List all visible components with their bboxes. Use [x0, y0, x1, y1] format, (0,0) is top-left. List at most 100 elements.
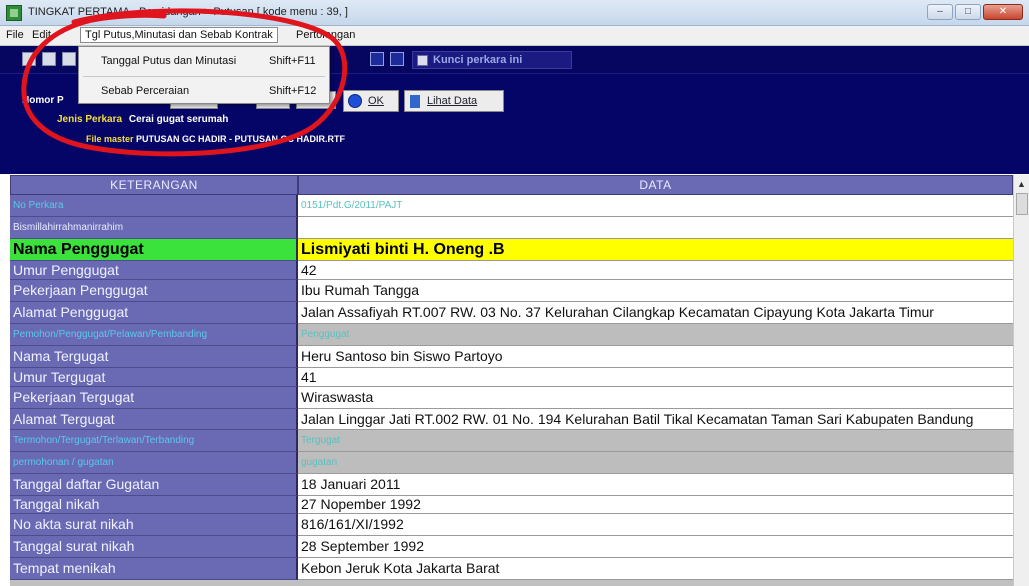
menu-separator — [83, 76, 325, 77]
file-master-value: PUTUSAN GC HADIR - PUTUSAN GC HADIR.RTF — [136, 134, 346, 144]
lihat-data-button[interactable]: Lihat Data — [404, 90, 504, 112]
file-master: File master PUTUSAN GC HADIR - PUTUSAN G… — [86, 134, 345, 144]
menu-file[interactable]: File — [6, 29, 24, 41]
row-key: Pemohon/Penggugat/Pelawan/Pembanding — [10, 324, 298, 346]
preview-icon[interactable] — [390, 52, 404, 66]
row-value[interactable]: 41 — [298, 368, 1013, 387]
row-value[interactable]: gugatan — [298, 452, 1013, 474]
title-bar: TINGKAT PERTAMA - Persidangan > Putusan … — [0, 0, 1029, 26]
menu-item-tanggal-putus[interactable]: Tanggal Putus dan Minutasi Shift+F11 — [79, 49, 329, 73]
table-row[interactable]: No Perkara 0151/Pdt.G/2011/PAJT — [10, 195, 1013, 217]
checkbox-icon — [417, 55, 428, 66]
row-value[interactable]: Ibu Rumah Tangga — [298, 280, 1013, 302]
ok-label: OK — [368, 95, 384, 107]
table-row[interactable]: Tanggal nikah 27 Nopember 1992 — [10, 496, 1013, 514]
table-row[interactable]: Alamat Tergugat Jalan Linggar Jati RT.002… — [10, 409, 1013, 430]
row-value[interactable]: Lismiyati binti H. Oneng .B — [298, 239, 1013, 261]
tgl-putus-dropdown: Tanggal Putus dan Minutasi Shift+F11 Seb… — [78, 46, 330, 104]
table-row[interactable]: Umur Tergugat 41 — [10, 368, 1013, 387]
row-value[interactable]: 816/161/XI/1992 — [298, 514, 1013, 536]
table-row[interactable]: Pemohon/Penggugat/Pelawan/Pembanding Peng… — [10, 324, 1013, 346]
table-row[interactable]: Tanggal surat nikah 28 September 1992 — [10, 536, 1013, 558]
nomor-perkara-label: Nomor P — [22, 95, 64, 106]
jenis-perkara: Jenis Perkara Cerai gugat serumah — [57, 114, 228, 125]
row-key: Alamat Penggugat — [10, 302, 298, 324]
row-value[interactable] — [298, 217, 1013, 239]
row-value[interactable]: 18 Januari 2011 — [298, 474, 1013, 496]
lihat-data-label: Lihat Data — [427, 95, 478, 107]
menu-item-label: Tanggal Putus dan Minutasi — [101, 55, 237, 67]
new-icon[interactable] — [22, 52, 36, 66]
document-icon — [410, 95, 420, 108]
row-value[interactable]: Jalan Linggar Jati RT.002 RW. 01 No. 194… — [298, 409, 1013, 430]
jenis-perkara-value: Cerai gugat serumah — [128, 114, 229, 125]
window-title: TINGKAT PERTAMA - Persidangan > Putusan … — [28, 6, 348, 18]
table-row[interactable]: Pekerjaan Tergugat Wiraswasta — [10, 387, 1013, 409]
row-value[interactable]: Tergugat — [298, 430, 1013, 452]
file-master-label: File master — [86, 134, 134, 144]
row-value[interactable]: 0151/Pdt.G/2011/PAJT — [298, 195, 1013, 217]
row-key: Umur Penggugat — [10, 261, 298, 280]
row-key: No Perkara — [10, 195, 298, 217]
app-icon — [6, 5, 22, 21]
menu-item-label: Sebab Perceraian — [101, 85, 190, 97]
print-icon[interactable] — [370, 52, 384, 66]
menu-item-shortcut: Shift+F11 — [269, 55, 316, 67]
row-key: Pekerjaan Penggugat — [10, 280, 298, 302]
kunci-perkara-label: Kunci perkara ini — [433, 54, 523, 66]
menu-item-shortcut: Shift+F12 — [269, 85, 317, 97]
row-key: Umur Tergugat — [10, 368, 298, 387]
row-value[interactable]: Penggugat — [298, 324, 1013, 346]
row-value[interactable]: 27 Nopember 1992 — [298, 496, 1013, 514]
vertical-scrollbar[interactable]: ▲ — [1013, 175, 1029, 586]
table-row[interactable]: Tempat menikah Kebon Jeruk Kota Jakarta B… — [10, 558, 1013, 580]
row-key: Pekerjaan Tergugat — [10, 387, 298, 409]
row-value[interactable]: 28 September 1992 — [298, 536, 1013, 558]
row-value[interactable]: Kebon Jeruk Kota Jakarta Barat — [298, 558, 1013, 580]
row-value[interactable]: Wiraswasta — [298, 387, 1013, 409]
row-key: Tanggal daftar Gugatan — [10, 474, 298, 496]
row-key: permohonan / gugatan — [10, 452, 298, 474]
table-row[interactable]: Nama Penggugat Lismiyati binti H. Oneng .… — [10, 239, 1013, 261]
column-header-data: DATA — [298, 175, 1013, 195]
maximize-button[interactable]: □ — [955, 4, 981, 20]
row-key: Nama Penggugat — [10, 239, 298, 261]
table-row[interactable]: Tanggal daftar Gugatan 18 Januari 2011 — [10, 474, 1013, 496]
row-key: Alamat Tergugat — [10, 409, 298, 430]
table-row[interactable]: Pekerjaan Penggugat Ibu Rumah Tangga — [10, 280, 1013, 302]
table-row[interactable]: permohonan / gugatan gugatan — [10, 452, 1013, 474]
table-row[interactable]: No akta surat nikah 816/161/XI/1992 — [10, 514, 1013, 536]
ok-button[interactable]: OK — [343, 90, 399, 112]
table-row[interactable]: Bismillahirrahmanirrahim — [10, 217, 1013, 239]
close-button[interactable]: ✕ — [983, 4, 1023, 20]
scroll-up-icon[interactable]: ▲ — [1017, 179, 1026, 189]
scrollbar-thumb[interactable] — [1016, 193, 1028, 215]
ok-icon — [348, 94, 362, 108]
minimize-button[interactable]: – — [927, 4, 953, 20]
row-key: Termohon/Tergugat/Terlawan/Terbanding — [10, 430, 298, 452]
data-table: KETERANGAN DATA No Perkara 0151/Pdt.G/201… — [10, 175, 1013, 586]
row-key: Bismillahirrahmanirrahim — [10, 217, 298, 239]
menu-pertolongan[interactable]: Pertolongan — [296, 29, 355, 41]
table-row[interactable]: Alamat Penggugat Jalan Assafiyah RT.007 R… — [10, 302, 1013, 324]
open-icon[interactable] — [62, 52, 76, 66]
row-value[interactable]: Jalan Assafiyah RT.007 RW. 03 No. 37 Kel… — [298, 302, 1013, 324]
row-key: No akta surat nikah — [10, 514, 298, 536]
column-header-keterangan: KETERANGAN — [10, 175, 298, 195]
row-key: Nama Tergugat — [10, 346, 298, 368]
table-row[interactable]: Nama Tergugat Heru Santoso bin Siswo Part… — [10, 346, 1013, 368]
row-key: Tanggal nikah — [10, 496, 298, 514]
table-row[interactable]: Umur Penggugat 42 — [10, 261, 1013, 280]
window-controls: – □ ✕ — [927, 4, 1023, 20]
row-value[interactable]: Heru Santoso bin Siswo Partoyo — [298, 346, 1013, 368]
kunci-perkara-checkbox[interactable]: Kunci perkara ini — [412, 51, 572, 69]
menu-item-sebab-perceraian[interactable]: Sebab Perceraian Shift+F12 — [79, 79, 329, 103]
row-key: Tempat menikah — [10, 558, 298, 580]
row-value[interactable]: 42 — [298, 261, 1013, 280]
table-header: KETERANGAN DATA — [10, 175, 1013, 195]
menu-tgl-putus[interactable]: Tgl Putus,Minutasi dan Sebab Kontrak — [80, 27, 278, 43]
jenis-perkara-label: Jenis Perkara — [57, 114, 123, 125]
save-icon[interactable] — [42, 52, 56, 66]
table-row[interactable]: Termohon/Tergugat/Terlawan/Terbanding Ter… — [10, 430, 1013, 452]
menu-edit[interactable]: Edit — [32, 29, 51, 41]
